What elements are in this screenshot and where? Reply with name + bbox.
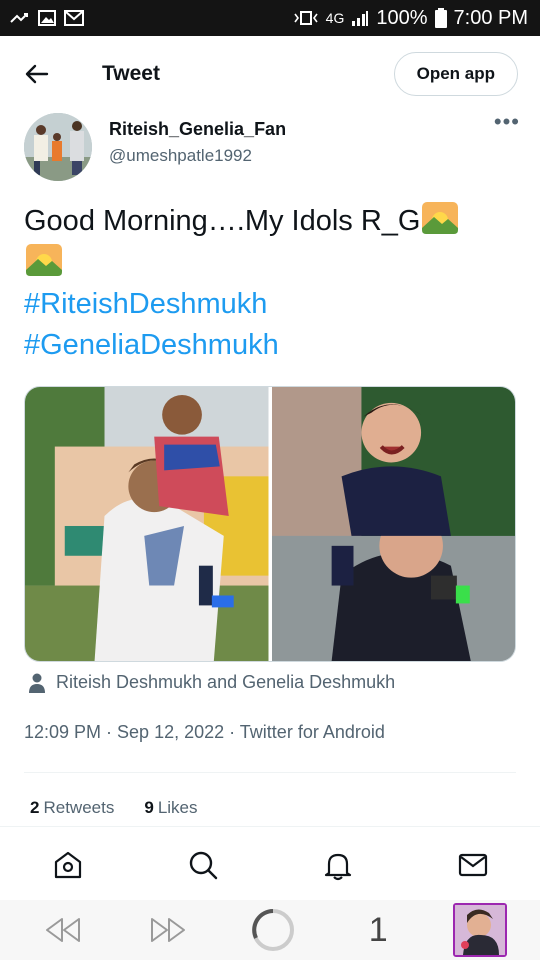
- hashtag-link[interactable]: #GeneliaDeshmukh: [24, 325, 520, 366]
- loading-spinner-icon: [251, 909, 294, 951]
- battery-icon: [434, 8, 447, 28]
- open-app-button[interactable]: Open app: [393, 52, 518, 96]
- person-icon: [29, 673, 45, 693]
- network-type: 4G: [325, 10, 345, 26]
- tab-notifications[interactable]: [308, 840, 368, 890]
- status-bar: 4G 100% 7:00 PM: [0, 0, 540, 36]
- fast-forward-icon: [150, 918, 185, 942]
- back-button[interactable]: [22, 59, 52, 89]
- hashtag-link[interactable]: #RiteishDeshmukh: [24, 284, 520, 325]
- signal-icon: [352, 11, 369, 26]
- tweet-meta: 12:09 PM · Sep 12, 2022 · Twitter for An…: [24, 722, 385, 742]
- retweets-stat[interactable]: 2 Retweets: [30, 798, 114, 818]
- browser-toolbar: 1: [0, 900, 540, 960]
- battery-percent: 100%: [376, 6, 428, 29]
- tagged-people-label: Riteish Deshmukh and Genelia Deshmukh: [56, 672, 396, 692]
- mail-icon: [458, 853, 487, 876]
- clock: 7:00 PM: [453, 6, 528, 29]
- search-icon: [189, 851, 217, 879]
- retweets-count: 2: [30, 798, 40, 817]
- back-arrow-icon: [25, 64, 49, 84]
- tab-home[interactable]: [38, 840, 98, 890]
- more-options-icon[interactable]: •••: [494, 109, 520, 183]
- likes-stat[interactable]: 9 Likes: [144, 798, 197, 818]
- notification-icons: [10, 10, 84, 26]
- avatar[interactable]: [24, 113, 92, 181]
- image-icon: [38, 10, 56, 26]
- gmail-icon: [64, 10, 84, 26]
- tagged-people[interactable]: Riteish Deshmukh and Genelia Deshmukh: [28, 672, 395, 693]
- reload-button[interactable]: [243, 905, 303, 955]
- missed-call-icon: [10, 13, 28, 23]
- tabs-button[interactable]: 1: [348, 905, 408, 955]
- tweet-media: [24, 386, 516, 662]
- tweet-header: Tweet Open app: [0, 36, 540, 112]
- tweet-stats: 2 Retweets 9 Likes: [30, 798, 198, 818]
- bell-icon: [324, 853, 351, 880]
- tab-messages[interactable]: [443, 840, 503, 890]
- retweets-label: Retweets: [43, 798, 115, 817]
- author-handle[interactable]: @umeshpatle1992: [109, 146, 494, 166]
- author-name[interactable]: Riteish_Genelia_Fan: [109, 119, 494, 140]
- browser-forward-button[interactable]: [138, 905, 198, 955]
- vibrate-icon: [294, 11, 318, 25]
- sunrise-over-mountains-emoji-icon: [26, 244, 62, 276]
- tweet-text: Good Morning….My Idols R_G: [24, 205, 421, 237]
- divider: [24, 772, 516, 773]
- browser-back-button[interactable]: [33, 905, 93, 955]
- sunrise-over-mountains-emoji-icon: [422, 202, 459, 234]
- tweet-author: Riteish_Genelia_Fan @umeshpatle1992 •••: [24, 109, 520, 183]
- profile-thumbnail[interactable]: [453, 903, 508, 957]
- rewind-icon: [45, 918, 80, 942]
- likes-count: 9: [144, 798, 154, 817]
- tab-search[interactable]: [173, 840, 233, 890]
- page-title: Tweet: [102, 62, 160, 85]
- photo-left[interactable]: [25, 387, 269, 661]
- tweet-body: Good Morning….My Idols R_G #RiteishDeshm…: [24, 200, 520, 366]
- home-icon: [54, 851, 81, 878]
- tab-count: 1: [368, 910, 388, 949]
- likes-label: Likes: [157, 798, 198, 817]
- bottom-nav: [0, 826, 540, 902]
- photo-right[interactable]: [271, 387, 515, 661]
